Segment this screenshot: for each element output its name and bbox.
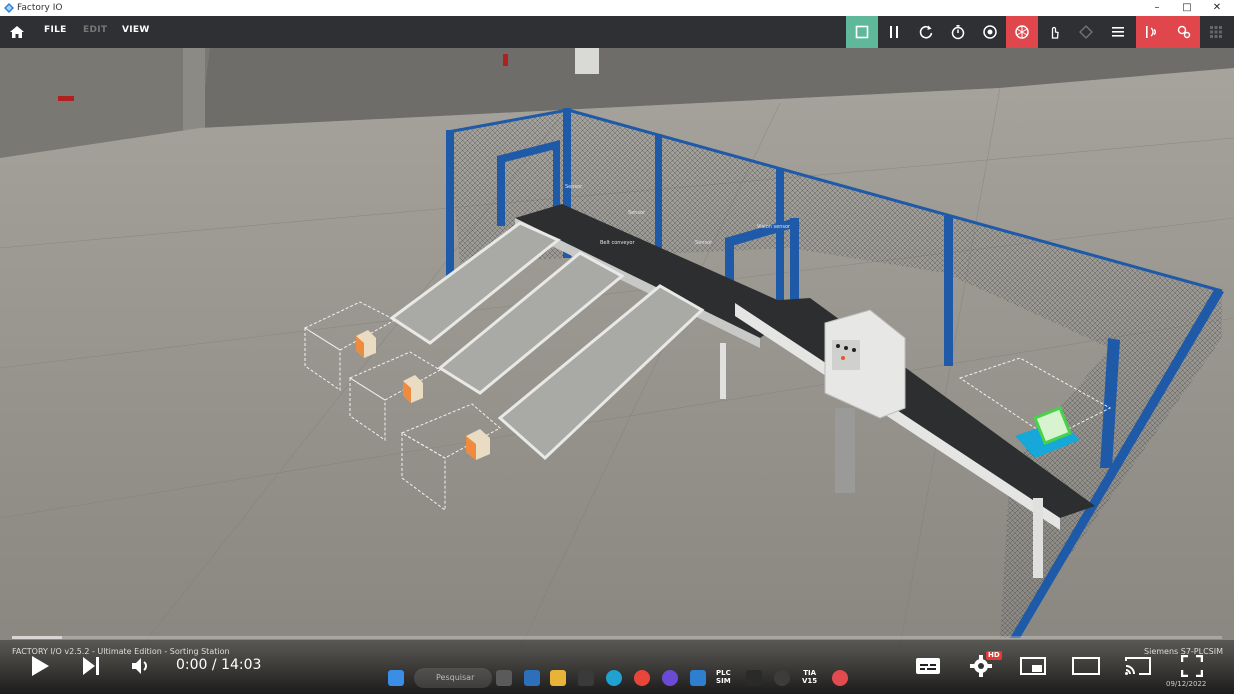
timer-icon xyxy=(951,25,965,40)
hd-badge: HD xyxy=(986,651,1002,660)
chrome-icon[interactable] xyxy=(634,670,650,686)
task-view-icon[interactable] xyxy=(496,670,512,686)
volume-icon xyxy=(132,658,147,674)
touch-icon xyxy=(1051,26,1059,39)
reset-icon xyxy=(919,25,933,39)
video-progress-bar[interactable] xyxy=(12,636,1222,639)
miniplayer-icon xyxy=(1020,657,1046,675)
close-icon[interactable]: ✕ xyxy=(1202,0,1232,16)
factory-io-taskbar-icon[interactable] xyxy=(690,670,706,686)
svg-text:Sensor: Sensor xyxy=(695,240,713,246)
theater-icon xyxy=(1072,657,1100,675)
drivers-icon xyxy=(1146,26,1156,38)
window-titlebar: Factory IO – □ ✕ xyxy=(0,0,1234,16)
edge-icon[interactable] xyxy=(606,670,622,686)
tia-portal-taskbar-icon[interactable]: TIA V15 xyxy=(802,669,817,685)
video-time: 0:00 / 14:03 xyxy=(176,657,261,673)
taskbar-search[interactable]: Pesquisar xyxy=(414,668,492,688)
svg-text:Sensor: Sensor xyxy=(628,210,646,216)
time-separator: / xyxy=(211,657,217,673)
home-icon[interactable] xyxy=(9,24,25,40)
crosshair-icon xyxy=(1079,25,1093,39)
maximize-icon[interactable]: □ xyxy=(1172,0,1202,16)
factory-io-app-icon xyxy=(4,3,14,13)
taskbar-search-placeholder: Pesquisar xyxy=(436,673,475,682)
plcsim-taskbar-icon[interactable]: PLC SIM xyxy=(716,669,731,685)
taskbar-app-icon[interactable] xyxy=(524,670,540,686)
play-button[interactable] xyxy=(28,654,52,678)
svg-text:Vision sensor: Vision sensor xyxy=(757,224,791,230)
sensor-view-icon xyxy=(1015,25,1029,39)
svg-text:Sensor: Sensor xyxy=(565,184,583,190)
fullscreen-icon xyxy=(1181,655,1203,677)
cast-button[interactable] xyxy=(1124,655,1152,677)
subtitles-button[interactable] xyxy=(914,656,942,676)
grid-button[interactable] xyxy=(1200,16,1232,48)
svg-text:Belt conveyor: Belt conveyor xyxy=(600,240,635,246)
timer-button[interactable] xyxy=(942,16,974,48)
camera-orbit-icon xyxy=(983,25,997,39)
video-progress-fill xyxy=(12,636,62,639)
taskbar-app-icon-3[interactable] xyxy=(746,670,762,686)
crosshair-button[interactable] xyxy=(1070,16,1102,48)
stop-icon xyxy=(855,25,869,39)
store-icon[interactable] xyxy=(578,670,594,686)
volume-button[interactable] xyxy=(130,656,152,676)
fullscreen-button[interactable] xyxy=(1179,655,1205,677)
pause-button[interactable] xyxy=(878,16,910,48)
next-button[interactable] xyxy=(79,655,103,677)
time-total: 14:03 xyxy=(221,657,262,673)
list-icon xyxy=(1112,27,1124,37)
camera-orbit-button[interactable] xyxy=(974,16,1006,48)
grid-icon xyxy=(1210,26,1222,38)
3d-viewport[interactable]: Belt conveyor Sensor Sensor Sensor Visio… xyxy=(0,48,1234,648)
tags-button[interactable] xyxy=(1168,16,1200,48)
reset-button[interactable] xyxy=(910,16,942,48)
pause-icon xyxy=(890,26,898,38)
sensor-view-button[interactable] xyxy=(1006,16,1038,48)
stop-button[interactable] xyxy=(846,16,878,48)
taskbar-app-icon-4[interactable] xyxy=(832,670,848,686)
touch-button[interactable] xyxy=(1038,16,1070,48)
minimize-icon[interactable]: – xyxy=(1142,0,1172,16)
window-title: Factory IO xyxy=(17,3,63,13)
media-player-icon[interactable] xyxy=(774,670,790,686)
time-current: 0:00 xyxy=(176,657,208,673)
menu-file[interactable]: FILE xyxy=(44,25,67,35)
windows-start-icon[interactable] xyxy=(388,670,404,686)
factory-io-window: Factory IO – □ ✕ FILE EDIT VIEW Belt con… xyxy=(0,0,1234,694)
subtitles-icon xyxy=(916,658,940,674)
menu-view[interactable]: VIEW xyxy=(122,25,150,35)
play-icon xyxy=(32,656,49,676)
list-button[interactable] xyxy=(1102,16,1134,48)
taskbar-app-icon-2[interactable] xyxy=(662,670,678,686)
cast-icon xyxy=(1125,657,1151,675)
menu-edit[interactable]: EDIT xyxy=(83,25,107,35)
file-explorer-icon[interactable] xyxy=(550,670,566,686)
next-icon xyxy=(83,657,99,675)
miniplayer-button[interactable] xyxy=(1019,656,1047,676)
theater-mode-button[interactable] xyxy=(1071,656,1101,676)
taskbar-date: 09/12/2022 xyxy=(1166,680,1207,688)
fire-extinguisher-icon xyxy=(503,54,508,66)
drivers-button[interactable] xyxy=(1136,16,1168,48)
tags-icon xyxy=(1177,25,1191,39)
